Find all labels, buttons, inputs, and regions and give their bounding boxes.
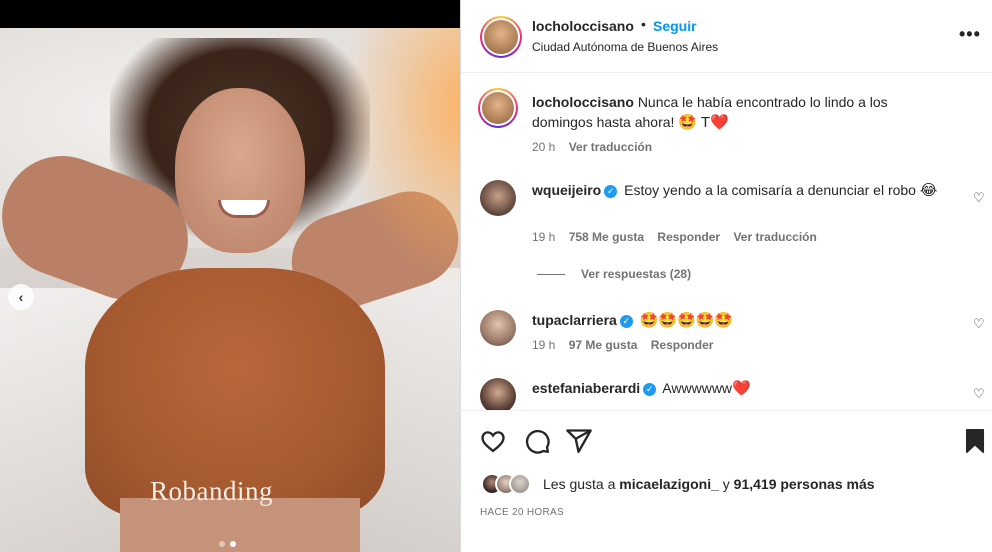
comment-likes[interactable]: 758 Me gusta — [569, 230, 644, 244]
comment-emojis: ❤️ — [732, 380, 751, 397]
post-timestamp[interactable]: HACE 20 HORAS — [480, 507, 564, 518]
slide-dot — [219, 541, 225, 547]
reply-button[interactable]: Responder — [651, 338, 714, 352]
caption-meta: 20 h Ver traducción — [532, 140, 662, 154]
comment-text: estefaniaberardi ✓ Awwwwww❤️ — [532, 378, 942, 399]
slide-dot-active — [230, 541, 236, 547]
comment-body: Estoy yendo a la comisaría a denunciar e… — [624, 182, 916, 198]
heart-outline-icon: ♡ — [973, 190, 985, 205]
follow-button[interactable]: Seguir — [653, 18, 697, 34]
reply-button[interactable]: Responder — [657, 230, 720, 244]
translate-link[interactable]: Ver traducción — [733, 230, 816, 244]
caption-avatar-image — [482, 92, 514, 124]
view-replies-button[interactable]: Ver respuestas (28) — [537, 267, 691, 281]
comment-meta: 19 h 758 Me gusta Responder Ver traducci… — [532, 230, 827, 244]
like-comment-button[interactable]: ♡ — [973, 316, 985, 332]
verified-badge-icon: ✓ — [604, 185, 618, 198]
author-avatar[interactable] — [480, 16, 522, 58]
likes-summary: Les gusta a micaelazigoni_ y 91,419 pers… — [543, 476, 875, 492]
caption-text: locholoccisano Nunca le había encontrado… — [532, 92, 942, 133]
caption-time[interactable]: 20 h — [532, 140, 555, 154]
comment-avatar[interactable] — [480, 310, 516, 346]
replies-line — [537, 274, 565, 276]
view-replies-label: Ver respuestas (28) — [581, 267, 692, 281]
comment-time[interactable]: 19 h — [532, 338, 555, 352]
caption-emojis: 🤩 T❤️ — [678, 114, 729, 131]
comment-time[interactable]: 19 h — [532, 230, 555, 244]
slide-indicator — [219, 541, 236, 547]
liked-by-avatar — [509, 473, 531, 495]
comment-avatar[interactable] — [480, 378, 516, 410]
comment-emojis: 😂 — [919, 182, 938, 199]
heart-outline-icon: ♡ — [973, 316, 985, 331]
like-comment-button[interactable]: ♡ — [973, 190, 985, 206]
post-header: locholoccisano • Seguir Ciudad Autónoma … — [461, 0, 992, 73]
likes-prefix: Les gusta a — [543, 476, 616, 492]
author-username[interactable]: locholoccisano — [532, 18, 634, 34]
liked-by-avatars[interactable] — [481, 473, 541, 497]
comment-likes[interactable]: 97 Me gusta — [569, 338, 638, 352]
liked-by-user-link[interactable]: micaelazigoni_ — [619, 476, 719, 492]
verified-badge-icon: ✓ — [643, 383, 657, 396]
comment-bubble-icon[interactable] — [523, 427, 551, 455]
share-send-icon[interactable] — [565, 427, 593, 455]
likes-connector: y — [722, 476, 730, 492]
comment-username[interactable]: estefaniaberardi — [532, 380, 640, 396]
likes-count-link[interactable]: 91,419 personas más — [734, 476, 875, 492]
post-media: Robanding ‹ — [0, 0, 460, 552]
chevron-left-icon: ‹ — [18, 289, 24, 305]
comment-meta: 19 h 97 Me gusta Responder — [532, 338, 723, 352]
heart-outline-icon: ♡ — [973, 386, 985, 401]
like-comment-button[interactable]: ♡ — [973, 386, 985, 402]
more-options-button[interactable]: ••• — [959, 24, 981, 45]
comment-emojis: 🤩🤩🤩🤩🤩 — [639, 312, 734, 329]
comment-text: tupaclarriera ✓ 🤩🤩🤩🤩🤩 — [532, 310, 942, 331]
author-avatar-image — [484, 20, 518, 54]
comments-list[interactable]: locholoccisano Nunca le había encontrado… — [461, 74, 992, 410]
photo-light-glow — [340, 28, 460, 288]
post-location[interactable]: Ciudad Autónoma de Buenos Aires — [532, 40, 718, 54]
comment-username[interactable]: wqueijeiro — [532, 182, 601, 198]
verified-badge-icon: ✓ — [619, 315, 633, 328]
caption-username[interactable]: locholoccisano — [532, 94, 634, 110]
previous-slide-button[interactable]: ‹ — [8, 284, 34, 310]
post-photo[interactable] — [0, 28, 460, 552]
comment-body: Awwwwww — [662, 380, 733, 396]
comment-username[interactable]: tupaclarriera — [532, 312, 617, 328]
like-heart-icon[interactable] — [479, 427, 507, 455]
comment-text: wqueijeiro ✓ Estoy yendo a la comisaría a… — [532, 180, 942, 201]
photo-watermark: Robanding — [150, 476, 273, 506]
photo-face — [175, 88, 305, 253]
caption-avatar[interactable] — [478, 88, 518, 128]
header-separator: • — [641, 16, 646, 32]
caption-translate-link[interactable]: Ver traducción — [569, 140, 652, 154]
post-actions: Les gusta a micaelazigoni_ y 91,419 pers… — [461, 410, 992, 552]
comment-avatar[interactable] — [480, 180, 516, 216]
bookmark-save-icon[interactable] — [961, 427, 989, 455]
post-panel: locholoccisano • Seguir Ciudad Autónoma … — [461, 0, 992, 552]
more-horizontal-icon: ••• — [959, 24, 981, 44]
media-top-bar — [0, 0, 460, 28]
